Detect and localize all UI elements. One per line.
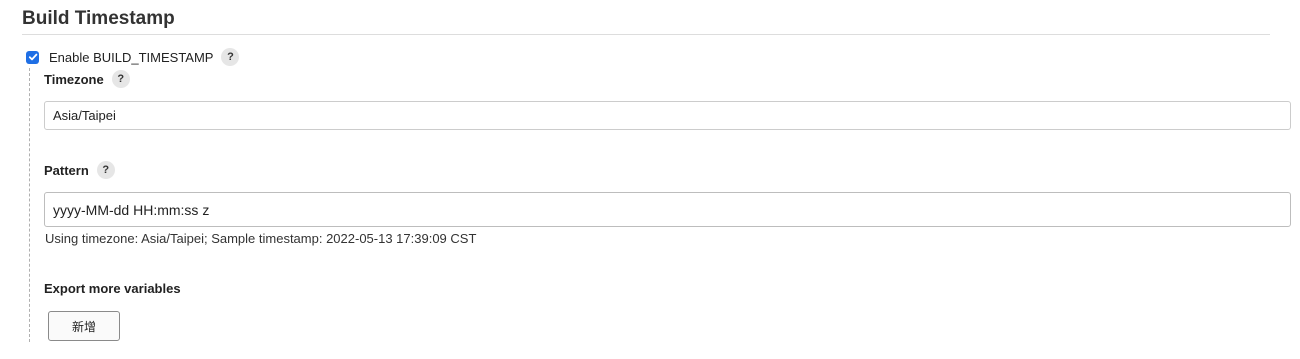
- timezone-help-icon[interactable]: ?: [111, 70, 130, 88]
- pattern-input[interactable]: [44, 192, 1291, 227]
- pattern-sample-hint: Using timezone: Asia/Taipei; Sample time…: [45, 231, 477, 246]
- section-divider: [22, 34, 1270, 35]
- export-variables-label-row: Export more variables: [44, 279, 181, 297]
- timezone-label: Timezone: [44, 71, 104, 87]
- pattern-label: Pattern: [44, 162, 89, 178]
- nested-section-guide: [29, 68, 30, 342]
- section-title: Build Timestamp: [22, 8, 175, 29]
- check-icon: [28, 53, 37, 61]
- timezone-label-row: Timezone ?: [44, 70, 130, 88]
- enable-build-timestamp-label[interactable]: Enable BUILD_TIMESTAMP: [49, 50, 213, 65]
- pattern-label-row: Pattern ?: [44, 161, 115, 179]
- enable-help-icon[interactable]: ?: [221, 48, 240, 66]
- enable-build-timestamp-checkbox[interactable]: [26, 50, 39, 64]
- pattern-help-icon[interactable]: ?: [96, 161, 115, 179]
- enable-build-timestamp-row: Enable BUILD_TIMESTAMP ?: [26, 48, 240, 66]
- export-variables-label: Export more variables: [44, 280, 181, 296]
- timezone-input[interactable]: [44, 101, 1291, 130]
- add-variable-button[interactable]: 新增: [48, 311, 120, 341]
